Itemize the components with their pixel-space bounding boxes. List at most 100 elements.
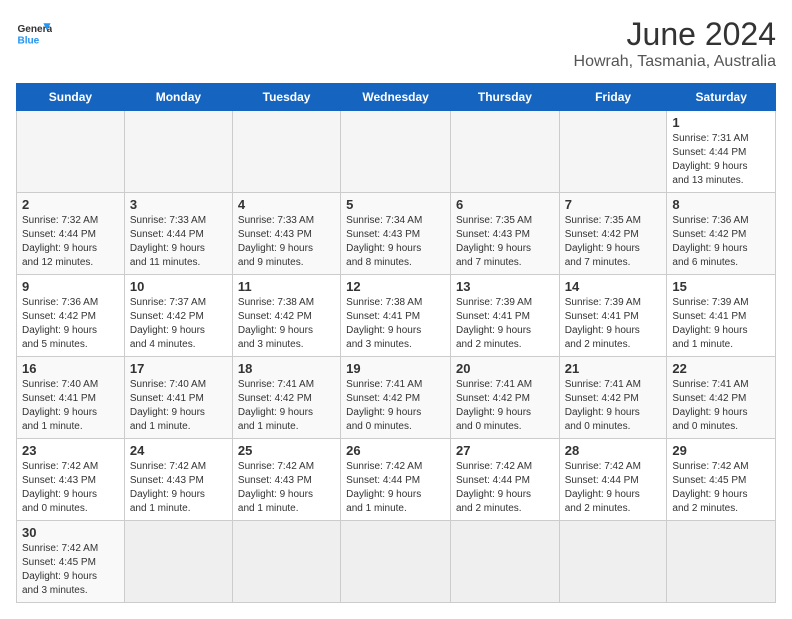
day-info: Sunrise: 7:35 AM Sunset: 4:42 PM Dayligh… xyxy=(565,214,662,270)
day-info: Sunrise: 7:42 AM Sunset: 4:44 PM Dayligh… xyxy=(456,460,554,516)
day-info: Sunrise: 7:42 AM Sunset: 4:45 PM Dayligh… xyxy=(22,542,119,598)
day-number: 17 xyxy=(130,361,227,376)
location-title: Howrah, Tasmania, Australia xyxy=(574,53,776,71)
svg-text:Blue: Blue xyxy=(17,35,39,46)
day-number: 25 xyxy=(238,443,335,458)
day-info: Sunrise: 7:41 AM Sunset: 4:42 PM Dayligh… xyxy=(238,378,335,434)
title-area: June 2024 Howrah, Tasmania, Australia xyxy=(574,16,776,71)
calendar-cell xyxy=(559,111,667,193)
day-number: 15 xyxy=(672,279,770,294)
calendar-cell xyxy=(124,111,232,193)
day-info: Sunrise: 7:39 AM Sunset: 4:41 PM Dayligh… xyxy=(456,296,554,352)
week-row-3: 16 Sunrise: 7:40 AM Sunset: 4:41 PM Dayli… xyxy=(17,357,776,439)
calendar-cell: 23 Sunrise: 7:42 AM Sunset: 4:43 PM Dayli… xyxy=(17,439,125,521)
calendar-cell xyxy=(450,521,559,603)
day-number: 10 xyxy=(130,279,227,294)
day-number: 18 xyxy=(238,361,335,376)
calendar-cell: 4Sunrise: 7:33 AM Sunset: 4:43 PM Daylig… xyxy=(232,193,340,275)
day-info: Sunrise: 7:39 AM Sunset: 4:41 PM Dayligh… xyxy=(565,296,662,352)
weekday-header-tuesday: Tuesday xyxy=(232,84,340,111)
day-info: Sunrise: 7:40 AM Sunset: 4:41 PM Dayligh… xyxy=(130,378,227,434)
day-info: Sunrise: 7:33 AM Sunset: 4:44 PM Dayligh… xyxy=(130,214,227,270)
calendar-cell xyxy=(341,111,451,193)
calendar-cell: 5 Sunrise: 7:34 AM Sunset: 4:43 PM Daylig… xyxy=(341,193,451,275)
day-info: Sunrise: 7:31 AM Sunset: 4:44 PM Dayligh… xyxy=(672,132,770,188)
day-number: 6 xyxy=(456,197,554,212)
day-info: Sunrise: 7:42 AM Sunset: 4:44 PM Dayligh… xyxy=(346,460,445,516)
weekday-header-friday: Friday xyxy=(559,84,667,111)
weekday-header-thursday: Thursday xyxy=(450,84,559,111)
calendar-cell: 7 Sunrise: 7:35 AM Sunset: 4:42 PM Daylig… xyxy=(559,193,667,275)
calendar-cell xyxy=(341,521,451,603)
logo: General Blue xyxy=(16,16,52,52)
day-number: 23 xyxy=(22,443,119,458)
day-info: Sunrise: 7:42 AM Sunset: 4:45 PM Dayligh… xyxy=(672,460,770,516)
generalblue-logo-icon: General Blue xyxy=(16,16,52,52)
weekday-header-sunday: Sunday xyxy=(17,84,125,111)
week-row-5: 30 Sunrise: 7:42 AM Sunset: 4:45 PM Dayli… xyxy=(17,521,776,603)
day-number: 4 xyxy=(238,197,335,212)
day-number: 8 xyxy=(672,197,770,212)
day-number: 5 xyxy=(346,197,445,212)
weekday-header-monday: Monday xyxy=(124,84,232,111)
day-number: 24 xyxy=(130,443,227,458)
day-info: Sunrise: 7:38 AM Sunset: 4:41 PM Dayligh… xyxy=(346,296,445,352)
calendar-cell: 29 Sunrise: 7:42 AM Sunset: 4:45 PM Dayli… xyxy=(667,439,776,521)
day-number: 12 xyxy=(346,279,445,294)
calendar-cell: 2Sunrise: 7:32 AM Sunset: 4:44 PM Daylig… xyxy=(17,193,125,275)
day-info: Sunrise: 7:37 AM Sunset: 4:42 PM Dayligh… xyxy=(130,296,227,352)
day-number: 28 xyxy=(565,443,662,458)
calendar-cell: 24 Sunrise: 7:42 AM Sunset: 4:43 PM Dayli… xyxy=(124,439,232,521)
calendar-cell: 14Sunrise: 7:39 AM Sunset: 4:41 PM Dayli… xyxy=(559,275,667,357)
calendar-cell: 13Sunrise: 7:39 AM Sunset: 4:41 PM Dayli… xyxy=(450,275,559,357)
day-info: Sunrise: 7:39 AM Sunset: 4:41 PM Dayligh… xyxy=(672,296,770,352)
day-number: 20 xyxy=(456,361,554,376)
day-info: Sunrise: 7:41 AM Sunset: 4:42 PM Dayligh… xyxy=(456,378,554,434)
calendar-cell: 10 Sunrise: 7:37 AM Sunset: 4:42 PM Dayli… xyxy=(124,275,232,357)
day-info: Sunrise: 7:40 AM Sunset: 4:41 PM Dayligh… xyxy=(22,378,119,434)
calendar-cell: 8Sunrise: 7:36 AM Sunset: 4:42 PM Daylig… xyxy=(667,193,776,275)
weekday-header-row: SundayMondayTuesdayWednesdayThursdayFrid… xyxy=(17,84,776,111)
day-number: 16 xyxy=(22,361,119,376)
month-title: June 2024 xyxy=(574,16,776,53)
day-number: 26 xyxy=(346,443,445,458)
calendar-cell: 20 Sunrise: 7:41 AM Sunset: 4:42 PM Dayli… xyxy=(450,357,559,439)
calendar-table: SundayMondayTuesdayWednesdayThursdayFrid… xyxy=(16,83,776,603)
day-info: Sunrise: 7:41 AM Sunset: 4:42 PM Dayligh… xyxy=(346,378,445,434)
day-info: Sunrise: 7:34 AM Sunset: 4:43 PM Dayligh… xyxy=(346,214,445,270)
day-number: 21 xyxy=(565,361,662,376)
day-number: 1 xyxy=(672,115,770,130)
day-number: 27 xyxy=(456,443,554,458)
day-number: 29 xyxy=(672,443,770,458)
calendar-cell: 18 Sunrise: 7:41 AM Sunset: 4:42 PM Dayli… xyxy=(232,357,340,439)
day-info: Sunrise: 7:41 AM Sunset: 4:42 PM Dayligh… xyxy=(565,378,662,434)
calendar-cell: 6Sunrise: 7:35 AM Sunset: 4:43 PM Daylig… xyxy=(450,193,559,275)
calendar-cell xyxy=(232,111,340,193)
calendar-cell: 27 Sunrise: 7:42 AM Sunset: 4:44 PM Dayli… xyxy=(450,439,559,521)
day-info: Sunrise: 7:42 AM Sunset: 4:43 PM Dayligh… xyxy=(22,460,119,516)
day-number: 22 xyxy=(672,361,770,376)
calendar-cell xyxy=(232,521,340,603)
calendar-cell: 22Sunrise: 7:41 AM Sunset: 4:42 PM Dayli… xyxy=(667,357,776,439)
day-number: 30 xyxy=(22,525,119,540)
calendar-body: 1 Sunrise: 7:31 AM Sunset: 4:44 PM Daylig… xyxy=(17,111,776,603)
day-info: Sunrise: 7:38 AM Sunset: 4:42 PM Dayligh… xyxy=(238,296,335,352)
calendar-cell xyxy=(559,521,667,603)
day-info: Sunrise: 7:32 AM Sunset: 4:44 PM Dayligh… xyxy=(22,214,119,270)
day-info: Sunrise: 7:42 AM Sunset: 4:44 PM Dayligh… xyxy=(565,460,662,516)
calendar-cell: 12 Sunrise: 7:38 AM Sunset: 4:41 PM Dayli… xyxy=(341,275,451,357)
calendar-cell: 28 Sunrise: 7:42 AM Sunset: 4:44 PM Dayli… xyxy=(559,439,667,521)
calendar-header: SundayMondayTuesdayWednesdayThursdayFrid… xyxy=(17,84,776,111)
day-number: 7 xyxy=(565,197,662,212)
calendar-cell: 17 Sunrise: 7:40 AM Sunset: 4:41 PM Dayli… xyxy=(124,357,232,439)
calendar-cell: 26 Sunrise: 7:42 AM Sunset: 4:44 PM Dayli… xyxy=(341,439,451,521)
week-row-2: 9 Sunrise: 7:36 AM Sunset: 4:42 PM Daylig… xyxy=(17,275,776,357)
day-number: 19 xyxy=(346,361,445,376)
weekday-header-saturday: Saturday xyxy=(667,84,776,111)
day-number: 11 xyxy=(238,279,335,294)
day-info: Sunrise: 7:36 AM Sunset: 4:42 PM Dayligh… xyxy=(22,296,119,352)
calendar-cell: 30 Sunrise: 7:42 AM Sunset: 4:45 PM Dayli… xyxy=(17,521,125,603)
day-info: Sunrise: 7:42 AM Sunset: 4:43 PM Dayligh… xyxy=(130,460,227,516)
calendar-cell: 1 Sunrise: 7:31 AM Sunset: 4:44 PM Daylig… xyxy=(667,111,776,193)
day-number: 9 xyxy=(22,279,119,294)
